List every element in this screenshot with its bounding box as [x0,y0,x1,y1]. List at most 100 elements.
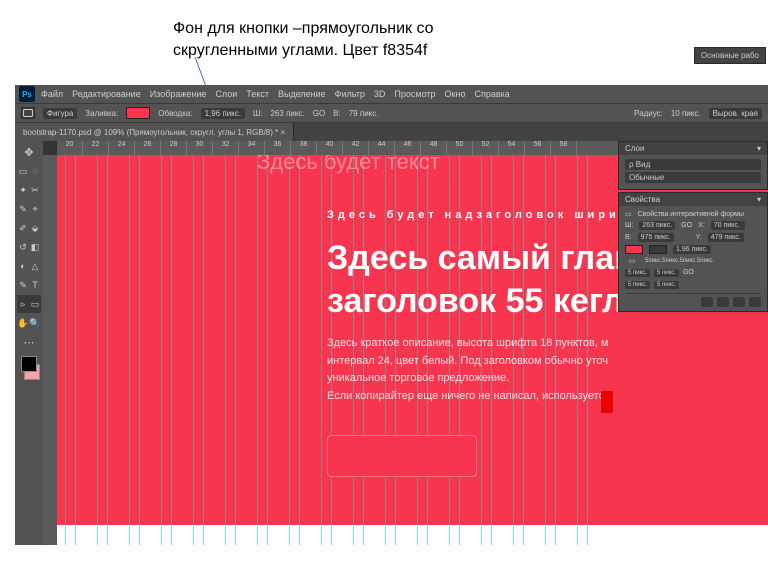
prop-stroke-swatch[interactable] [649,245,667,254]
more-icon[interactable]: ⋯ [17,333,41,351]
menu-layers[interactable]: Слои [215,89,237,99]
prop-icon[interactable] [733,297,745,307]
width-value[interactable]: 263 пикс. [271,109,305,118]
prop-x-field[interactable]: 70 пикс. [711,221,745,230]
workspace-switcher[interactable]: Основные рабо [694,47,766,64]
menu-view[interactable]: Просмотр [394,89,435,99]
layers-kind-dropdown[interactable]: ρ Вид [625,159,761,170]
layers-title: Слои [625,144,644,153]
prop-fill-swatch[interactable] [625,245,643,254]
menu-filter[interactable]: Фильтр [335,89,365,99]
color-swatches[interactable] [17,356,41,380]
marquee-lasso-icon[interactable]: ▭◌ [17,162,41,180]
radius-value[interactable]: 10 пикс. [671,109,701,118]
properties-panel-head[interactable]: Свойства ▾ [619,193,767,206]
pen-text-icon[interactable]: ✎T [17,276,41,294]
blend-mode-dropdown[interactable]: Обычные [625,172,761,183]
gradient-blur-icon[interactable]: ◐△ [17,257,41,275]
menu-select[interactable]: Выделение [278,89,326,99]
prop-w-label: Ш: [625,222,633,229]
document-tab[interactable]: bootstrap-1170.psd @ 109% (Прямоугольник… [15,123,294,141]
foreground-swatch[interactable] [21,356,37,372]
ruler-tick: 36 [265,141,291,155]
ruler-tick: 20 [57,141,83,155]
menu-help[interactable]: Справка [474,89,509,99]
corners-summary: 5пикс.5пикс.5пикс.5пикс. [645,258,714,264]
wand-crop-icon[interactable]: ✦✂ [17,181,41,199]
layers-panel-head[interactable]: Слои ▾ [619,142,767,155]
prop-y-label: Y: [696,234,702,241]
ruler-tick: 28 [161,141,187,155]
menu-3d[interactable]: 3D [374,89,386,99]
workspace: ✥ ▭◌ ✦✂ ✎⌖ ✐⬙ ↺◧ ◐△ ✎T ▹▭ ✋🔍 ⋯ 20 22 24 … [15,141,768,545]
menu-bar: Ps Файл Редактирование Изображение Слои … [15,85,768,103]
options-bar: Фигура Заливка: Обводка: 1,96 пикс. Ш: 2… [15,103,768,123]
prop-icon[interactable] [717,297,729,307]
corner-br[interactable]: 5 пикс. [654,281,679,289]
ruler-tick: 34 [239,141,265,155]
ruler-tick: 42 [343,141,369,155]
ruler-tick: 26 [135,141,161,155]
eyedrop-heal-icon[interactable]: ✎⌖ [17,200,41,218]
prop-h-field[interactable]: 975 пикс. [638,233,674,242]
panel-menu-icon[interactable]: ▾ [757,144,761,153]
ruler-tick: 24 [109,141,135,155]
shape-mode-dropdown[interactable]: Фигура [43,108,77,119]
ps-logo-icon: Ps [19,86,35,102]
live-shape-icon: ▭ [625,210,632,218]
transform-handle[interactable] [601,391,613,413]
head-l1: Здесь самый глав [327,237,635,280]
canvas-area: 20 22 24 26 28 30 32 34 36 38 40 42 44 4… [43,141,768,545]
prop-x-label: X: [698,222,705,229]
props-footer-icons [625,293,761,307]
corner-tl[interactable]: 5 пикс. [625,269,650,277]
menu-edit[interactable]: Редактирование [72,89,141,99]
stroke-width[interactable]: 1,96 пикс. [201,108,245,119]
link-icon[interactable]: GO [681,222,692,229]
fill-swatch[interactable] [126,107,150,119]
move-tool-icon[interactable]: ✥ [17,143,41,161]
path-shape-icon[interactable]: ▹▭ [17,295,41,313]
document-tabs: bootstrap-1170.psd @ 109% (Прямоугольник… [15,123,768,141]
ruler-tick: 52 [473,141,499,155]
annotation-line2: скругленными углами. Цвет f8354f [173,40,513,62]
corner-tr[interactable]: 5 пикс. [654,269,679,277]
history-eraser-icon[interactable]: ↺◧ [17,238,41,256]
hand-zoom-icon[interactable]: ✋🔍 [17,314,41,332]
desc-l2: интервал 24, цвет белый. Под заголовком … [327,353,657,371]
head-l2: заголовок 55 кегл [327,280,635,323]
tool-panel: ✥ ▭◌ ✦✂ ✎⌖ ✐⬙ ↺◧ ◐△ ✎T ▹▭ ✋🔍 ⋯ [15,141,43,545]
stroke-label: Обводка: [158,109,192,118]
properties-body: ▭ Свойства интерактивной формы Ш: 263 пи… [619,206,767,311]
corner-link-icon[interactable]: ▭ [625,257,639,265]
align-edges[interactable]: Выров. края [709,108,762,119]
corner-link-toggle[interactable]: GO [683,269,694,277]
ruler-tick: 30 [187,141,213,155]
menu-text[interactable]: Текст [246,89,269,99]
rounded-rect-shape[interactable] [327,435,477,477]
desc-l1: Здесь краткое описание, высота шрифта 18… [327,335,657,353]
prop-w-field[interactable]: 263 пикс. [639,221,675,230]
layers-body: ρ Вид Обычные [619,155,767,189]
ruler-tick: 50 [447,141,473,155]
menu-image[interactable]: Изображение [150,89,207,99]
trash-icon[interactable] [749,297,761,307]
height-value[interactable]: 79 пикс. [349,109,379,118]
panel-menu-icon[interactable]: ▾ [757,195,761,204]
menu-window[interactable]: Окно [445,89,466,99]
ruler-tick: 54 [499,141,525,155]
ruler-tick: 38 [291,141,317,155]
link-wh[interactable]: GO [313,109,325,118]
prop-y-field[interactable]: 479 пикс. [708,233,744,242]
brush-stamp-icon[interactable]: ✐⬙ [17,219,41,237]
ruler-tick: 58 [551,141,577,155]
prop-icon[interactable] [701,297,713,307]
bottom-grid-area [57,525,768,545]
ruler-tick: 46 [395,141,421,155]
slide-annotation: Фон для кнопки –прямоугольник со скругле… [173,18,513,63]
corner-bl[interactable]: 5 пикс. [625,281,650,289]
shape-tool-icon[interactable] [21,107,35,119]
prop-stroke-w[interactable]: 1,96 пикс. [673,245,711,254]
ruler-tick: 56 [525,141,551,155]
menu-file[interactable]: Файл [41,89,63,99]
